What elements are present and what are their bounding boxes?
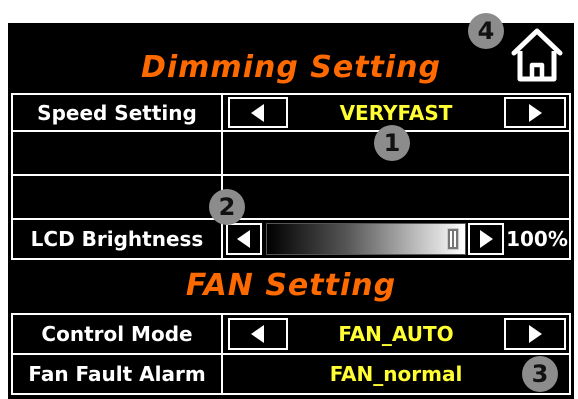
control-mode-label: Control Mode: [41, 322, 193, 346]
left-arrow-icon: [251, 103, 264, 122]
fan-fault-alarm-value: FAN_normal: [329, 362, 463, 386]
fan-fault-alarm-label: Fan Fault Alarm: [28, 362, 206, 386]
control-mode-value: FAN_AUTO: [338, 322, 454, 346]
right-arrow-icon: [529, 103, 542, 122]
control-mode-prev-button[interactable]: [228, 318, 288, 350]
dimming-setting-title: Dimming Setting: [140, 50, 441, 85]
callout-badge-4: 4: [468, 13, 504, 49]
speed-prev-button[interactable]: [228, 97, 288, 128]
right-arrow-icon: [529, 325, 542, 343]
control-mode-next-button[interactable]: [504, 318, 566, 350]
thumb-grip: [450, 231, 452, 247]
divider: [11, 258, 571, 260]
brightness-slider-thumb[interactable]: [447, 228, 459, 250]
divider: [11, 174, 571, 176]
speed-setting-label: Speed Setting: [37, 100, 197, 125]
thumb-grip: [454, 231, 456, 247]
brightness-percent: 100%: [506, 227, 568, 251]
fan-setting-title: FAN Setting: [185, 268, 397, 303]
settings-panel: Dimming Setting Speed Setting VERYFAST L…: [8, 23, 574, 399]
divider: [569, 313, 571, 395]
right-arrow-icon: [480, 230, 493, 248]
callout-badge-1: 1: [374, 125, 410, 161]
brightness-gradient-fill: [267, 224, 465, 254]
lcd-brightness-label: LCD Brightness: [30, 227, 204, 251]
divider: [221, 93, 223, 260]
divider: [11, 393, 571, 395]
brightness-decrease-button[interactable]: [226, 223, 262, 255]
speed-next-button[interactable]: [504, 97, 566, 128]
brightness-slider[interactable]: [266, 223, 466, 255]
callout-badge-2: 2: [209, 189, 245, 225]
brightness-increase-button[interactable]: [468, 223, 504, 255]
left-arrow-icon: [237, 230, 250, 248]
callout-badge-3: 3: [522, 356, 558, 392]
divider: [11, 130, 571, 132]
left-arrow-icon: [251, 325, 264, 343]
